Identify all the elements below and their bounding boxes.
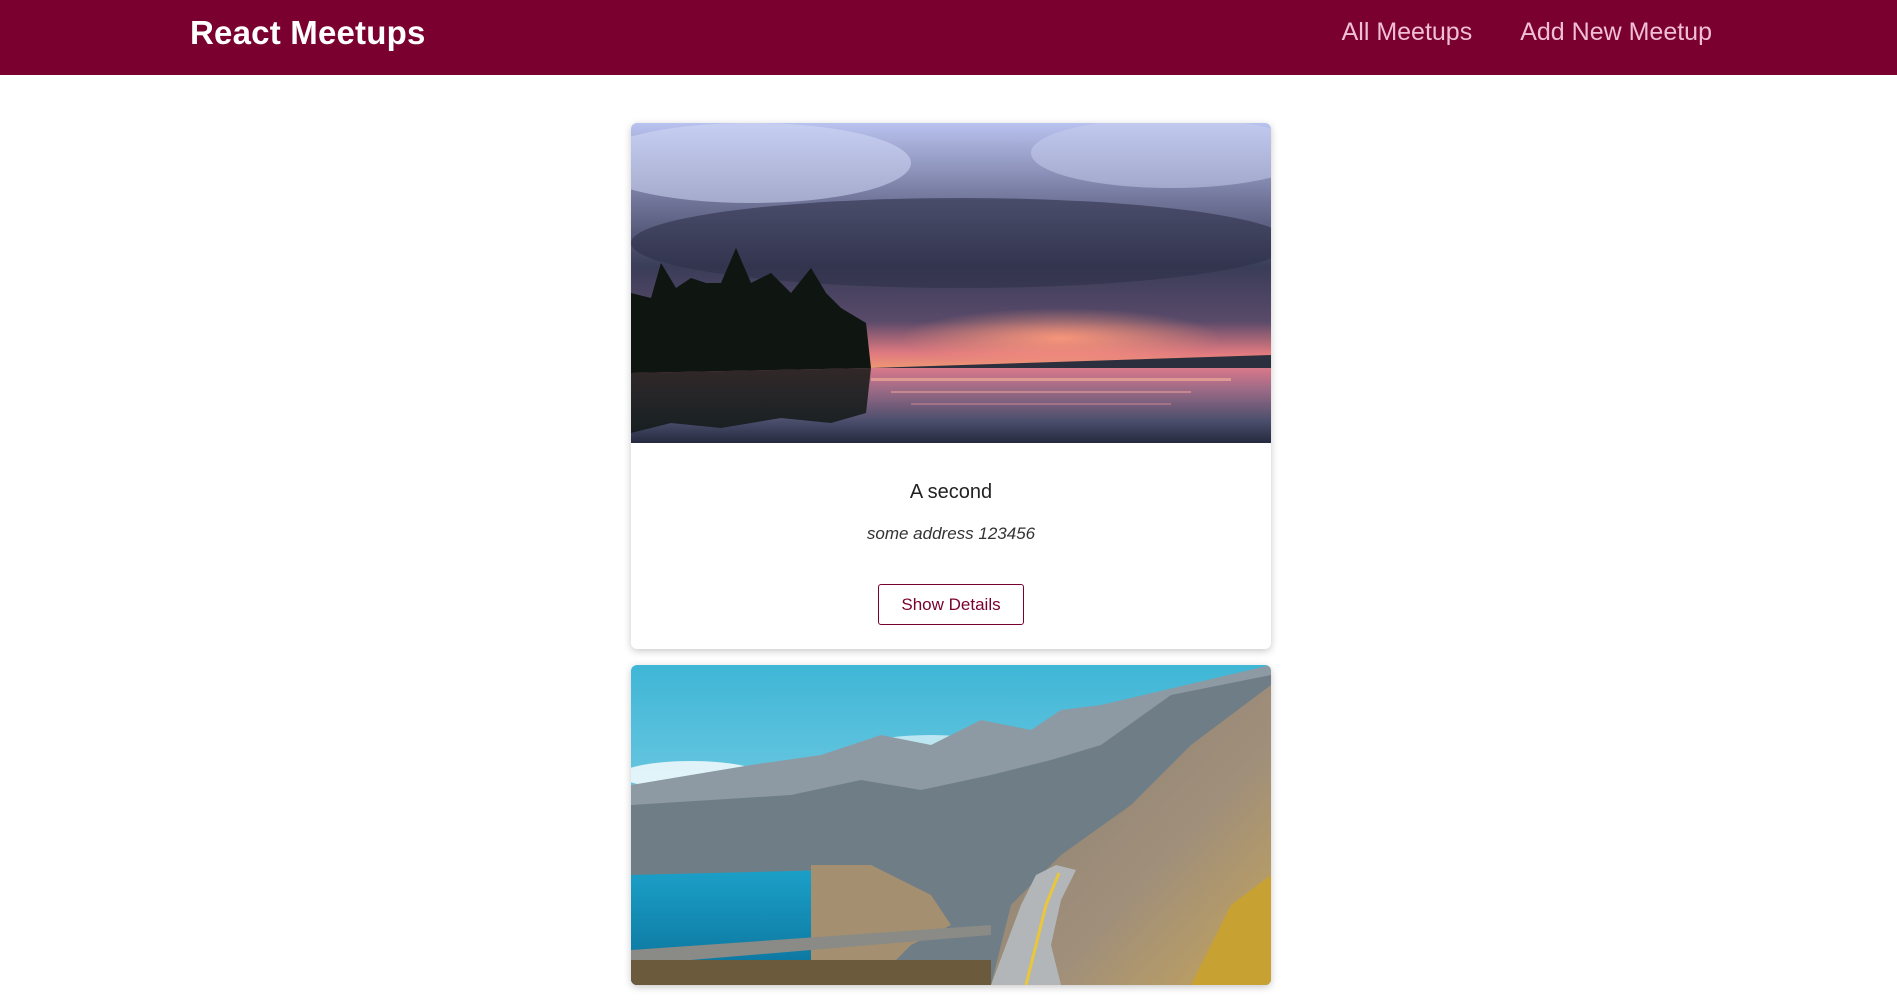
main-nav: All Meetups Add New Meetup <box>1342 18 1712 47</box>
meetup-card <box>631 665 1271 985</box>
nav-link-add-new-meetup[interactable]: Add New Meetup <box>1520 18 1712 47</box>
nav-link-all-meetups[interactable]: All Meetups <box>1342 18 1473 47</box>
app-header: React Meetups All Meetups Add New Meetup <box>0 0 1897 75</box>
show-details-button[interactable]: Show Details <box>878 584 1024 625</box>
meetup-card: A second some address 123456 Show Detail… <box>631 123 1271 649</box>
meetup-image <box>631 123 1271 443</box>
meetup-content: A second some address 123456 <box>631 443 1271 544</box>
meetup-actions: Show Details <box>631 544 1271 649</box>
meetup-address: some address 123456 <box>866 524 1036 543</box>
meetup-list: A second some address 123456 Show Detail… <box>631 123 1271 1001</box>
meetup-image <box>631 665 1271 985</box>
meetup-title: A second <box>909 481 993 503</box>
app-logo[interactable]: React Meetups <box>190 14 426 52</box>
